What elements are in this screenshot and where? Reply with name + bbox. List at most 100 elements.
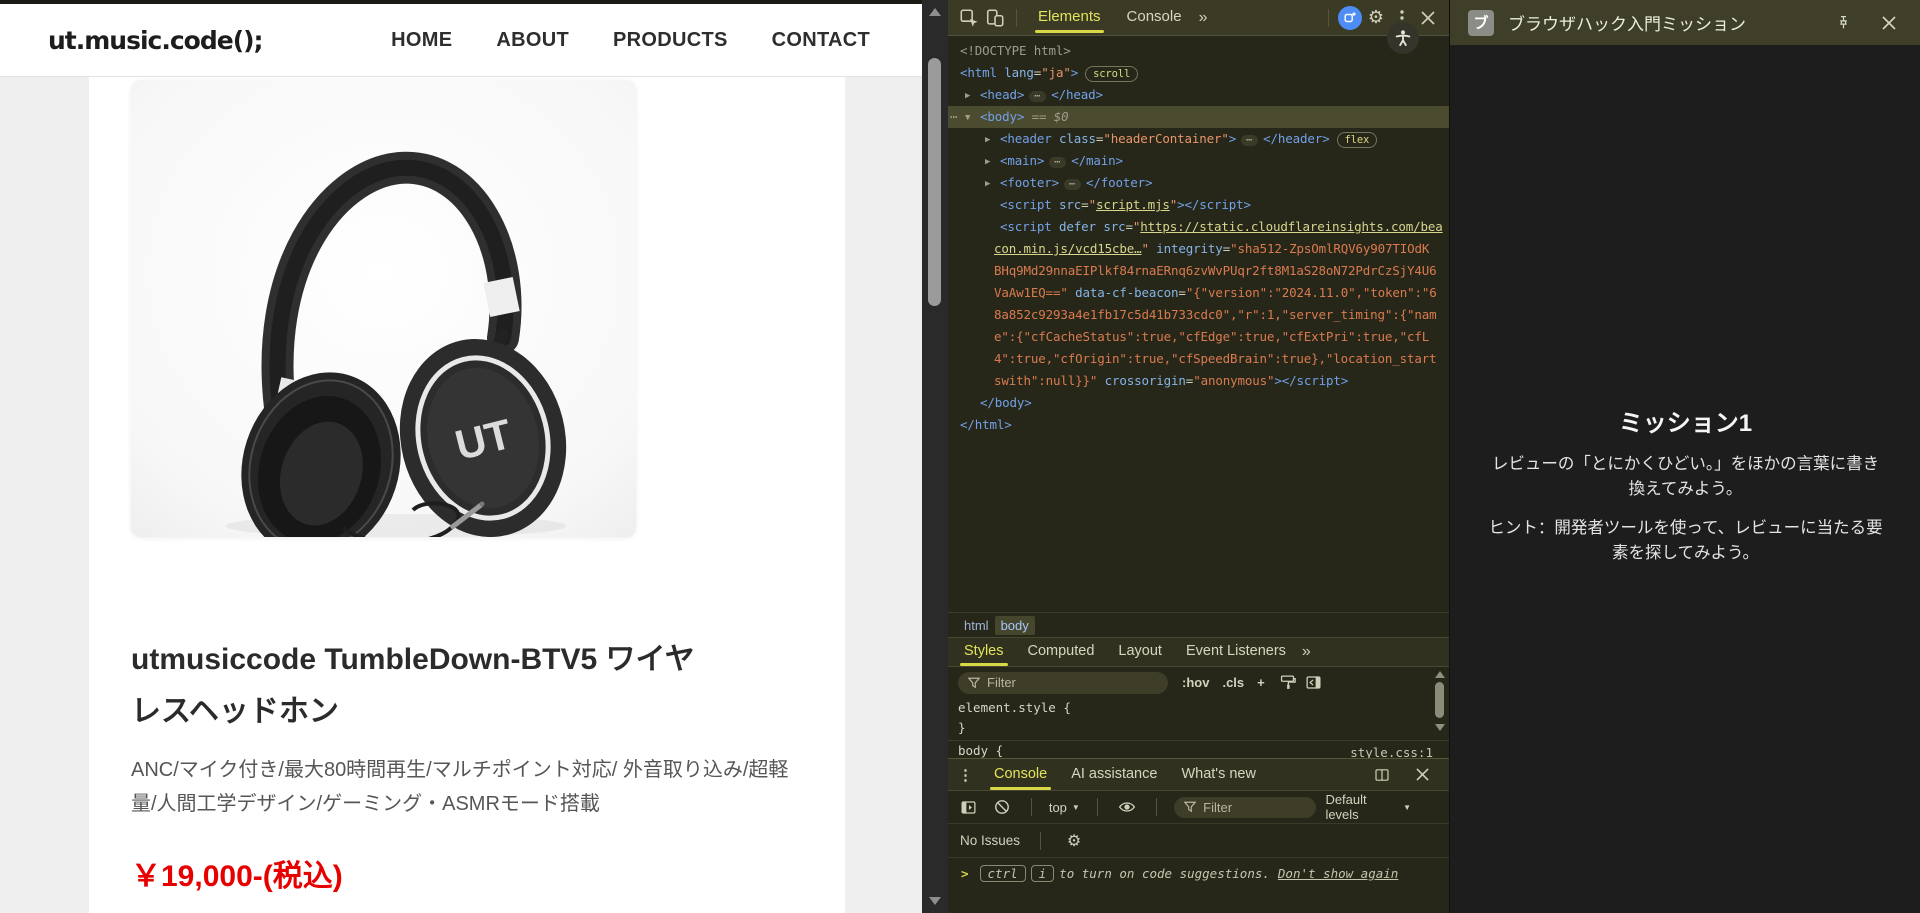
context-selector[interactable]: top▼ — [1049, 800, 1080, 815]
badge-scroll[interactable]: scroll — [1085, 66, 1138, 82]
pin-icon[interactable] — [1830, 10, 1856, 36]
disclosure-collapsed-icon[interactable]: ▶ — [985, 151, 990, 173]
css-rules-pane: element.style { } body { style.css:1 — [948, 698, 1449, 758]
elements-tree-row[interactable]: ▶<footer>⋯</footer> — [948, 172, 1449, 194]
extension-close-icon[interactable] — [1876, 10, 1902, 36]
elements-tree-row[interactable]: e":{"cfCacheStatus":true,"cfEdge":true,"… — [948, 326, 1449, 348]
disclosure-collapsed-icon[interactable]: ▶ — [985, 129, 990, 151]
style-toggle-hov[interactable]: :hov — [1182, 675, 1209, 690]
elements-tree-row[interactable]: <script src="script.mjs"></script> — [948, 194, 1449, 216]
style-toggle-cls[interactable]: .cls — [1222, 675, 1244, 690]
elements-tree-row[interactable]: ▶<header class="headerContainer">⋯</head… — [948, 128, 1449, 150]
elements-tree-row[interactable]: </body> — [948, 392, 1449, 414]
ai-device-mode-icon[interactable] — [1337, 5, 1363, 31]
elements-tree-row[interactable]: ▶<main>⋯</main> — [948, 150, 1449, 172]
elements-tree-row[interactable]: ⋯▼<body> == $0 — [948, 106, 1449, 128]
elements-tree-row[interactable]: <script defer src="https://static.cloudf… — [948, 216, 1449, 238]
tab-elements[interactable]: Elements — [1025, 0, 1114, 35]
styles-filter-input[interactable]: Filter — [958, 672, 1168, 694]
page-scrollbar[interactable] — [922, 0, 948, 913]
chevron-down-icon: ▼ — [1072, 803, 1080, 812]
drawer-menu-icon[interactable]: ⋮ — [958, 766, 972, 784]
inline-style-close: } — [948, 718, 1449, 738]
disclosure-collapsed-icon[interactable]: ▶ — [985, 173, 990, 195]
scroll-up-arrow-icon[interactable] — [929, 8, 941, 16]
console-prompt-row[interactable]: > ctrli to turn on code suggestions. Don… — [948, 857, 1449, 889]
stylesheet-link[interactable]: style.css:1 — [1350, 743, 1433, 758]
elements-tree-row[interactable]: ▶<head>⋯</head> — [948, 84, 1449, 106]
tab-console[interactable]: Console — [1114, 0, 1195, 35]
tab-console[interactable]: Console — [982, 759, 1059, 791]
drawer-close-icon[interactable] — [1409, 762, 1435, 788]
disclosure-collapsed-icon[interactable]: ▶ — [965, 85, 970, 107]
body-style-rule[interactable]: body { style.css:1 — [948, 741, 1449, 758]
console-tab-bar: ConsoleAI assistanceWhat's new — [982, 759, 1268, 791]
screen: ut.music.code(); HOME ABOUT PRODUCTS CONTAC… — [0, 0, 1920, 913]
product-title-line: レスヘッドホン — [131, 686, 821, 738]
tab-event-listeners[interactable]: Event Listeners — [1174, 637, 1298, 667]
mission-heading: ミッション1 — [1450, 403, 1920, 438]
tab-what-s-new[interactable]: What's new — [1169, 759, 1268, 791]
accessibility-person-icon[interactable] — [1387, 22, 1419, 54]
dont-show-again-link[interactable]: Don't show again — [1278, 866, 1398, 881]
breadcrumb-body[interactable]: body — [995, 616, 1035, 635]
tab-ai-assistance[interactable]: AI assistance — [1059, 759, 1169, 791]
more-sidebar-tabs-icon[interactable]: » — [1302, 643, 1311, 661]
ellipsis-button[interactable]: ⋯ — [1241, 135, 1258, 146]
elements-tree-row[interactable]: con.min.js/vcd15cbe…" integrity="sha512-… — [948, 238, 1449, 260]
rendering-paint-icon[interactable] — [1275, 670, 1301, 696]
toolbar-divider — [1040, 832, 1041, 850]
product-description-line: 量/人間工学デザイン/ゲーミング・ASMRモード搭載 — [131, 787, 807, 821]
nav-item-products[interactable]: PRODUCTS — [613, 29, 728, 52]
extension-panel: ブ ブラウザハック入門ミッション ミッション1 レビューの「とにかくひどい。」を… — [1449, 0, 1920, 913]
console-filter-input[interactable]: Filter — [1174, 797, 1316, 818]
inline-style-rule[interactable]: element.style { — [948, 698, 1449, 718]
tab-styles[interactable]: Styles — [952, 637, 1016, 667]
product-description-line: ANC/マイク付き/最大80時間再生/マルチポイント対応/ 外音取り込み/超軽 — [131, 753, 807, 787]
inspect-element-icon[interactable] — [956, 5, 982, 31]
elements-tree-row[interactable]: <html lang="ja">scroll — [948, 62, 1449, 84]
disclosure-expanded-icon[interactable]: ▼ — [965, 107, 970, 129]
scrollbar-thumb[interactable] — [928, 58, 941, 306]
product-title: utmusiccode TumbleDown-BTV5 ワイヤレスヘッドホン — [131, 634, 821, 738]
ellipsis-button[interactable]: ⋯ — [1049, 157, 1066, 168]
nav-item-home[interactable]: HOME — [391, 29, 452, 52]
ellipsis-button[interactable]: ⋯ — [1029, 91, 1046, 102]
nav-item-about[interactable]: ABOUT — [496, 29, 569, 52]
settings-gear-icon[interactable]: ⚙ — [1363, 5, 1389, 31]
site-logo[interactable]: ut.music.code(); — [48, 26, 263, 55]
badge-flex[interactable]: flex — [1337, 132, 1378, 148]
elements-tree-row[interactable]: BHq9Md29nnaEIPlkf84rnaERnq6zvWvPUqr2ft8M… — [948, 260, 1449, 282]
row-options-icon[interactable]: ⋯ — [950, 106, 957, 128]
log-levels-selector[interactable]: Default levels▼ — [1325, 792, 1411, 822]
elements-tree-row[interactable]: 8a852c9293a4e1fb17c5d41b733cdc0","r":1,"… — [948, 304, 1449, 326]
toolbar-divider — [1031, 798, 1032, 816]
nav-item-contact[interactable]: CONTACT — [772, 29, 870, 52]
elements-tree-row[interactable]: swith":null}}" crossorigin="anonymous"><… — [948, 370, 1449, 392]
console-settings-gear-icon[interactable]: ⚙ — [1061, 828, 1087, 854]
elements-tree-row[interactable]: </html> — [948, 414, 1449, 436]
elements-tree-row[interactable]: 4":true,"cfOrigin":true,"cfSpeedBrain":t… — [948, 348, 1449, 370]
elements-tree-row[interactable]: VaAw1EQ==" data-cf-beacon="{"version":"2… — [948, 282, 1449, 304]
more-tabs-icon[interactable]: » — [1199, 9, 1208, 27]
tab-layout[interactable]: Layout — [1106, 637, 1174, 667]
elements-tree-row[interactable]: <!DOCTYPE html> — [948, 40, 1449, 62]
sidebar-toggle-icon[interactable] — [1301, 670, 1327, 696]
product-image[interactable]: UT — [131, 80, 636, 537]
tab-computed[interactable]: Computed — [1016, 637, 1107, 667]
scroll-down-arrow-icon[interactable] — [929, 897, 941, 905]
console-sidebar-icon[interactable] — [956, 794, 980, 820]
console-drawer: ⋮ ConsoleAI assistanceWhat's new — [948, 758, 1449, 913]
product-price: ￥19,000-(税込) — [131, 851, 343, 895]
eye-icon[interactable] — [1115, 794, 1139, 820]
devtools-close-icon[interactable] — [1415, 5, 1441, 31]
devtools-toolbar: ElementsConsole » ⚙ — [948, 0, 1449, 36]
device-toolbar-icon[interactable] — [982, 5, 1008, 31]
style-toggle-[interactable]: + — [1257, 675, 1265, 690]
issues-count[interactable]: No Issues — [960, 833, 1020, 848]
breadcrumb-html[interactable]: html — [958, 616, 995, 635]
split-panel-icon[interactable] — [1369, 762, 1395, 788]
ellipsis-button[interactable]: ⋯ — [1064, 179, 1081, 190]
clear-console-icon[interactable] — [989, 794, 1013, 820]
scroll-up-arrow-icon[interactable] — [1435, 671, 1445, 678]
